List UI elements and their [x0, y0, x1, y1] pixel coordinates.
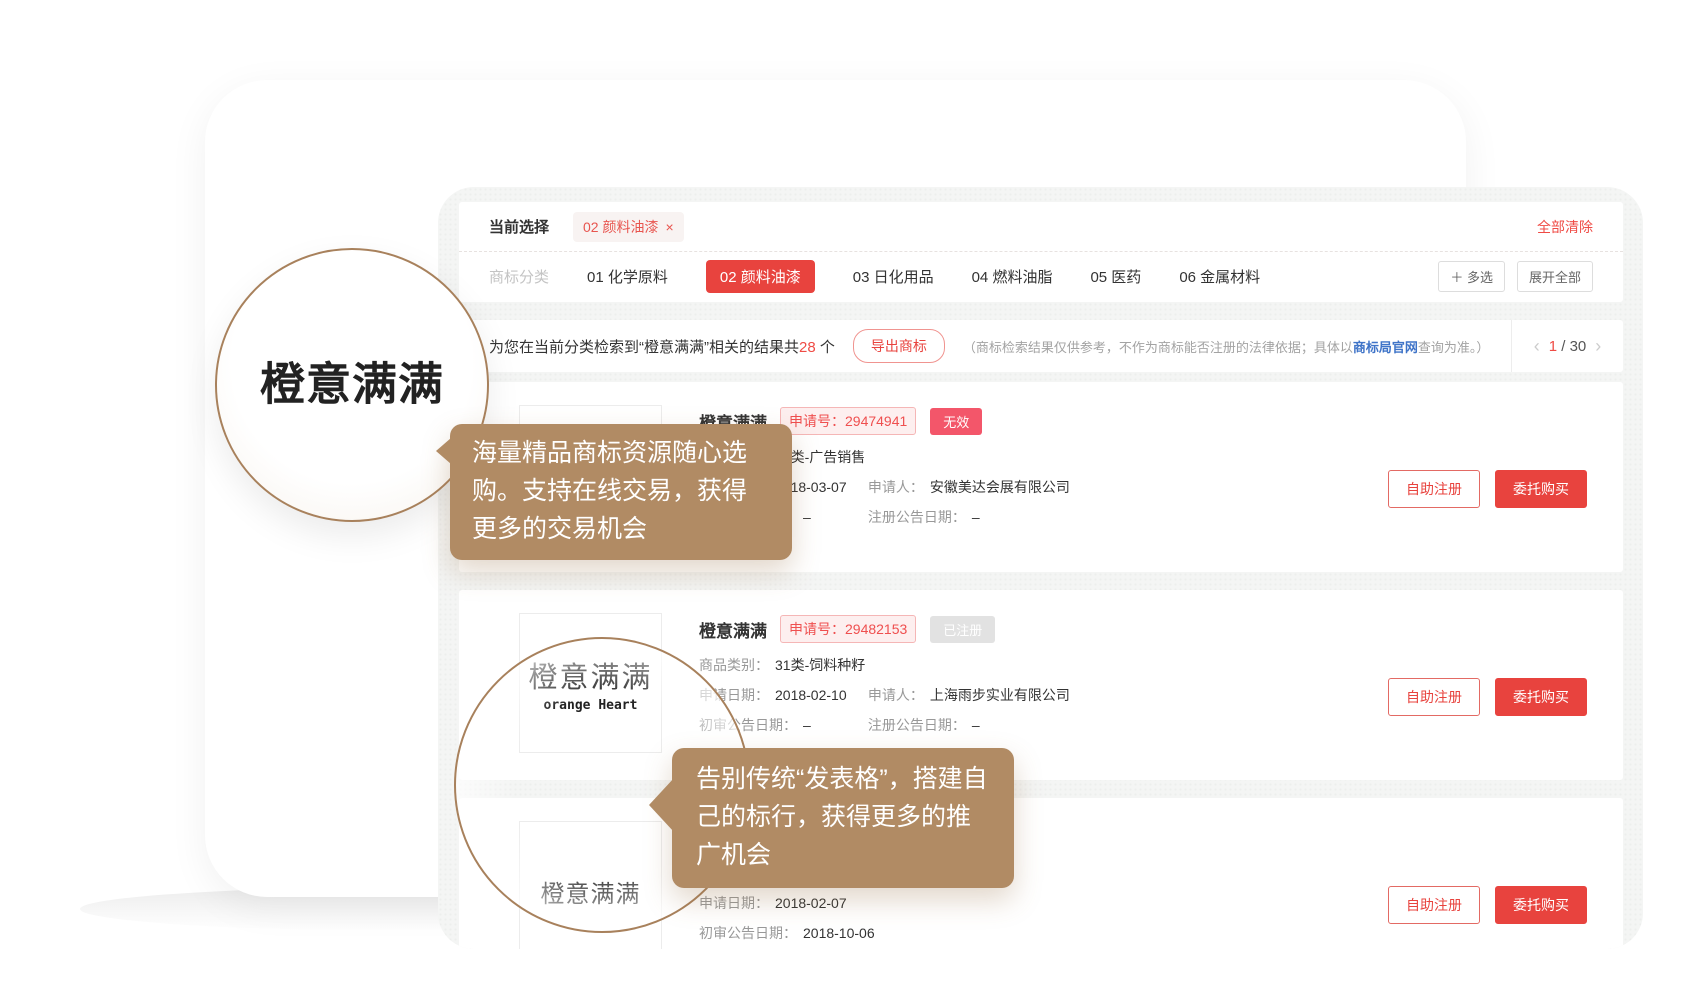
prev-page-icon[interactable]: ‹	[1534, 337, 1540, 355]
category-item-01[interactable]: 01 化学原料	[587, 266, 668, 287]
self-register-button[interactable]: 自助注册	[1388, 886, 1480, 924]
multi-select-button[interactable]: ＋ 多选	[1438, 261, 1505, 292]
filter-card: 当前选择 02 颜料油漆 × 全部清除 商标分类 01 化学原料 02 颜料油漆…	[459, 202, 1623, 302]
results-summary: 为您在当前分类检索到“橙意满满”相关的结果共28 个	[489, 336, 835, 357]
entrusted-buy-button[interactable]: 委托购买	[1495, 470, 1587, 508]
applicant-label: 申请人：	[868, 479, 924, 495]
self-register-button[interactable]: 自助注册	[1388, 470, 1480, 508]
export-trademarks-button[interactable]: 导出商标	[853, 329, 945, 363]
results-count-unit: 个	[816, 339, 835, 356]
current-selection-row: 当前选择 02 颜料油漆 × 全部清除	[459, 202, 1623, 252]
date-label: 申请日期：	[699, 895, 769, 911]
disclaimer-post: 查询为准。）	[1418, 340, 1490, 355]
first-pub-value: –	[803, 717, 811, 733]
category-item-06[interactable]: 06 金属材料	[1179, 266, 1260, 287]
selected-filter-tag[interactable]: 02 颜料油漆 ×	[573, 212, 684, 242]
application-number-value: 29482153	[845, 621, 907, 637]
magnifier-circle: 橙意满满	[215, 248, 489, 522]
status-badge: 已注册	[930, 616, 995, 643]
tooltip-text: 海量精品商标资源随心选购。支持在线交易，获得更多的交易机会	[472, 439, 747, 543]
disclaimer-text: （商标检索结果仅供参考，不作为商标能否注册的法律依据；具体以商标局官网查询为准。…	[963, 337, 1490, 356]
clear-all-link[interactable]: 全部清除	[1537, 217, 1593, 237]
reg-pub-value: –	[972, 509, 980, 525]
expand-all-button[interactable]: 展开全部	[1517, 261, 1593, 292]
tooltip-arrow-icon	[649, 778, 674, 832]
category-row-label: 商标分类	[489, 266, 549, 287]
category-label: 商品类别：	[699, 657, 769, 673]
first-pub-value: –	[803, 509, 811, 525]
applicant-label: 申请人：	[868, 687, 924, 703]
selected-filter-tag-label: 02 颜料油漆	[583, 217, 658, 237]
first-pub-value: 2018-10-06	[803, 925, 875, 941]
application-number-chip: 申请号：29474941	[780, 407, 916, 435]
trademark-name: 橙意满满	[699, 617, 767, 642]
magnified-trademark-text: 橙意满满	[260, 347, 444, 412]
results-header: 为您在当前分类检索到“橙意满满”相关的结果共28 个 导出商标 （商标检索结果仅…	[459, 320, 1623, 372]
application-number-label: 申请号：	[789, 413, 845, 429]
reg-pub-label: 注册公告日期：	[868, 717, 966, 733]
results-count: 28	[799, 339, 816, 356]
category-item-04[interactable]: 04 燃料油脂	[972, 266, 1053, 287]
tooltip-bubble: 告别传统“发表格”，搭建自己的标行，获得更多的推广机会	[672, 748, 1014, 888]
category-item-03[interactable]: 03 日化用品	[853, 266, 934, 287]
pagination: ‹ 1 / 30 ›	[1511, 320, 1623, 372]
application-number-chip: 申请号：29482153	[780, 615, 916, 643]
date-value: 2018-02-07	[775, 895, 847, 911]
status-badge: 无效	[930, 408, 982, 435]
date-value: 2018-02-10	[775, 687, 847, 703]
entrusted-buy-button[interactable]: 委托购买	[1495, 886, 1587, 924]
application-number-value: 29474941	[845, 413, 907, 429]
current-page: 1	[1549, 338, 1557, 355]
category-row: 商标分类 01 化学原料 02 颜料油漆 03 日化用品 04 燃料油脂 05 …	[459, 252, 1623, 301]
results-summary-text: 为您在当前分类检索到“橙意满满”相关的结果共	[489, 339, 799, 356]
applicant-value: 上海雨步实业有限公司	[930, 687, 1070, 703]
first-pub-label: 初审公告日期：	[699, 925, 797, 941]
total-pages: / 30	[1561, 338, 1586, 355]
applicant-value: 安徽美达会展有限公司	[930, 479, 1070, 495]
entrusted-buy-button[interactable]: 委托购买	[1495, 678, 1587, 716]
promo-screenshot: 当前选择 02 颜料油漆 × 全部清除 商标分类 01 化学原料 02 颜料油漆…	[0, 0, 1696, 1002]
self-register-button[interactable]: 自助注册	[1388, 678, 1480, 716]
tooltip-arrow-icon	[436, 438, 451, 464]
current-selection-label: 当前选择	[489, 216, 549, 237]
next-page-icon[interactable]: ›	[1595, 337, 1601, 355]
category-value: 31类-饲料种籽	[775, 657, 865, 673]
tooltip-bubble: 海量精品商标资源随心选购。支持在线交易，获得更多的交易机会	[450, 424, 792, 560]
trademark-office-link[interactable]: 商标局官网	[1353, 340, 1418, 355]
reg-pub-value: –	[972, 717, 980, 733]
close-icon[interactable]: ×	[665, 219, 673, 235]
category-item-02-selected[interactable]: 02 颜料油漆	[706, 260, 815, 293]
disclaimer-pre: （商标检索结果仅供参考，不作为商标能否注册的法律依据；具体以	[963, 340, 1353, 355]
reg-pub-label: 注册公告日期：	[868, 509, 966, 525]
tooltip-text: 告别传统“发表格”，搭建自己的标行，获得更多的推广机会	[696, 765, 988, 869]
category-item-05[interactable]: 05 医药	[1090, 266, 1141, 287]
application-number-label: 申请号：	[789, 621, 845, 637]
